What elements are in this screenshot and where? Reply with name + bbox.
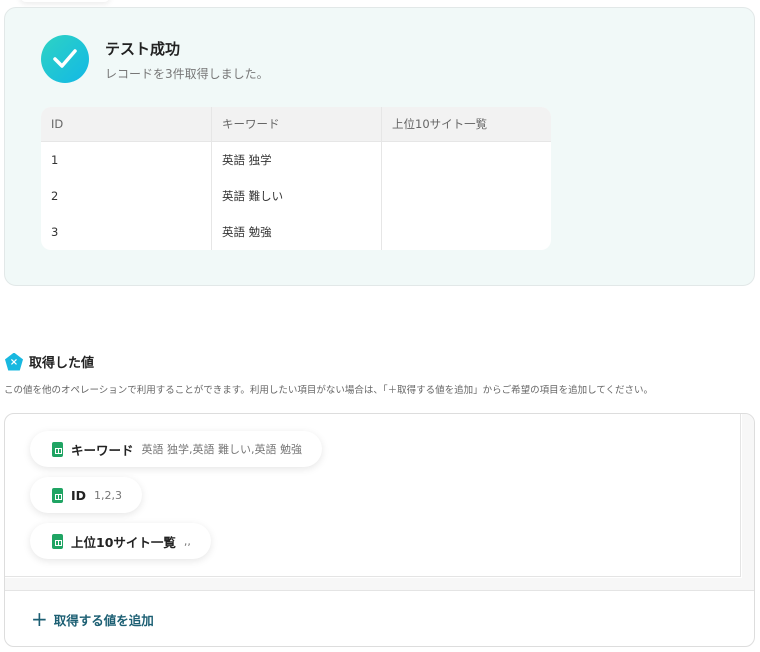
table-row: 3 英語 勉強 bbox=[41, 214, 551, 250]
add-value-button[interactable]: + 取得する値を追加 bbox=[31, 609, 154, 629]
column-header: 上位10サイト一覧 bbox=[381, 107, 551, 142]
tab-shadow bbox=[20, 0, 110, 2]
cell bbox=[381, 214, 551, 250]
spreadsheet-icon bbox=[52, 441, 63, 457]
chip-value: 英語 独学,英語 難しい,英語 勉強 bbox=[141, 443, 302, 456]
table-row: 1 英語 独学 bbox=[41, 142, 551, 178]
cell bbox=[381, 178, 551, 214]
column-header: ID bbox=[41, 107, 211, 142]
spreadsheet-icon bbox=[52, 487, 63, 503]
table-header: ID キーワード 上位10サイト一覧 bbox=[41, 107, 551, 142]
value-chip-top10[interactable]: 上位10サイト一覧,, bbox=[30, 523, 211, 559]
success-check-icon bbox=[41, 35, 89, 83]
chip-key: ID bbox=[71, 487, 87, 503]
horizontal-scrollbar[interactable] bbox=[5, 578, 754, 591]
values-list: キーワード 英語 独学,英語 難しい,英語 勉強 ID 1,2,3 上位10サイト一… bbox=[5, 414, 741, 577]
value-chip-id[interactable]: ID 1,2,3 bbox=[30, 477, 143, 513]
result-message: レコードを3件取得しました。 bbox=[105, 67, 269, 81]
chip-value: ,, bbox=[183, 534, 191, 548]
chip-value: 1,2,3 bbox=[94, 488, 123, 502]
values-description: この値を他のオペレーションで利用することができます。利用したい項目がない場合は、… bbox=[4, 385, 654, 396]
cell: 英語 独学 bbox=[211, 142, 381, 178]
cell: 英語 勉強 bbox=[211, 214, 381, 250]
plus-icon: + bbox=[31, 607, 48, 631]
result-title: テスト成功 bbox=[105, 40, 181, 58]
test-result-card: テスト成功 レコードを3件取得しました。 ID キーワード 上位10サイト一覧 … bbox=[4, 7, 755, 286]
chip-key: 上位10サイト一覧 bbox=[71, 534, 176, 550]
cell bbox=[381, 142, 551, 178]
cell: 2 bbox=[51, 189, 59, 203]
table-row: 2 英語 難しい bbox=[41, 178, 551, 214]
chip-key: キーワード bbox=[71, 442, 134, 458]
spreadsheet-icon bbox=[52, 533, 63, 549]
yoom-logo-icon: × bbox=[5, 352, 23, 371]
cell: 英語 難しい bbox=[211, 178, 381, 214]
cell: 3 bbox=[51, 225, 59, 239]
values-heading: × 取得した値 bbox=[5, 352, 94, 371]
values-heading-text: 取得した値 bbox=[29, 356, 95, 371]
result-table: ID キーワード 上位10サイト一覧 1 英語 独学 2 英語 難しい 3 英語 勉強 bbox=[41, 107, 551, 250]
column-header: キーワード bbox=[211, 107, 381, 142]
vertical-scrollbar[interactable] bbox=[742, 414, 754, 590]
add-value-label: 取得する値を追加 bbox=[53, 612, 154, 628]
cell: 1 bbox=[51, 153, 59, 167]
value-chip-keyword[interactable]: キーワード 英語 独学,英語 難しい,英語 勉強 bbox=[30, 431, 322, 467]
values-panel: キーワード 英語 独学,英語 難しい,英語 勉強 ID 1,2,3 上位10サイト一… bbox=[4, 413, 755, 647]
